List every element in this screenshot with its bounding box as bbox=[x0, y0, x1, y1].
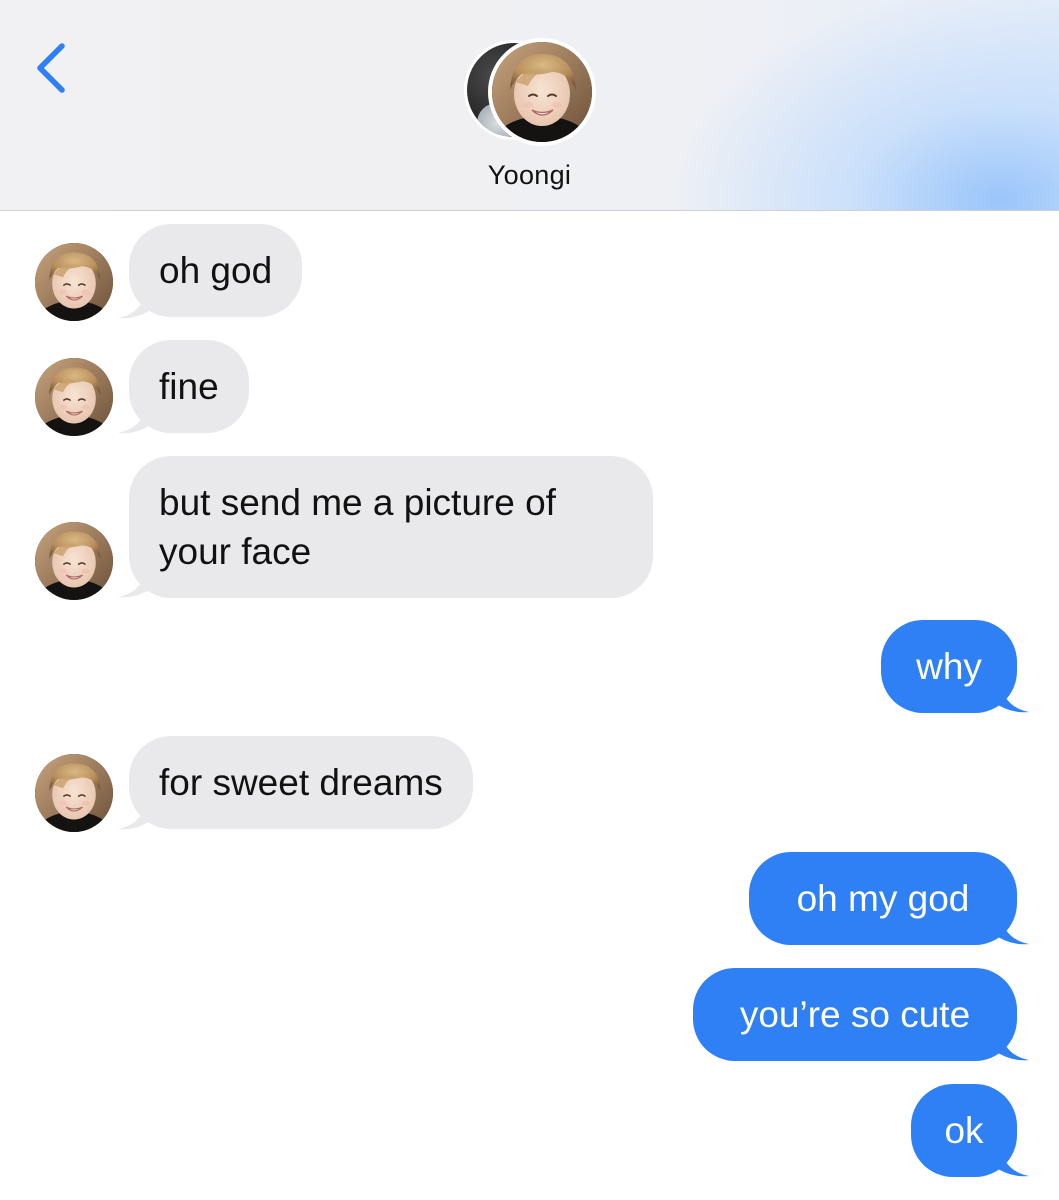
message-text-line: but send me a picture of bbox=[159, 482, 556, 523]
message-text: for sweet dreams bbox=[159, 762, 443, 803]
message-bubble[interactable]: oh my god bbox=[749, 852, 1017, 945]
message-text: ok bbox=[944, 1110, 984, 1151]
message-text: oh my god bbox=[796, 878, 970, 919]
avatar bbox=[35, 243, 113, 321]
chevron-left-icon bbox=[37, 43, 65, 93]
message-bubble[interactable]: why bbox=[881, 620, 1017, 713]
message-text: fine bbox=[159, 366, 219, 407]
message-bubble[interactable]: but send me a picture of your face bbox=[129, 456, 653, 598]
message-bubble[interactable]: you’re so cute bbox=[693, 968, 1017, 1061]
avatar bbox=[35, 522, 113, 600]
message-text-line: your face bbox=[159, 531, 312, 572]
message-bubble[interactable]: ok bbox=[911, 1084, 1017, 1177]
message-text: you’re so cute bbox=[739, 994, 971, 1035]
back-button[interactable] bbox=[28, 36, 78, 100]
message-bubble[interactable]: for sweet dreams bbox=[129, 736, 473, 829]
message-bubble[interactable]: oh god bbox=[129, 224, 303, 317]
contact-avatar-stack[interactable] bbox=[464, 38, 596, 146]
message-text: oh god bbox=[159, 250, 273, 291]
conversation-header: Yoongi bbox=[0, 0, 1059, 211]
avatar bbox=[35, 754, 113, 832]
contact-name[interactable]: Yoongi bbox=[0, 160, 1059, 191]
avatar bbox=[35, 358, 113, 436]
message-text: why bbox=[916, 646, 982, 687]
message-bubble[interactable]: fine bbox=[129, 340, 249, 433]
contact-avatar bbox=[488, 38, 596, 146]
